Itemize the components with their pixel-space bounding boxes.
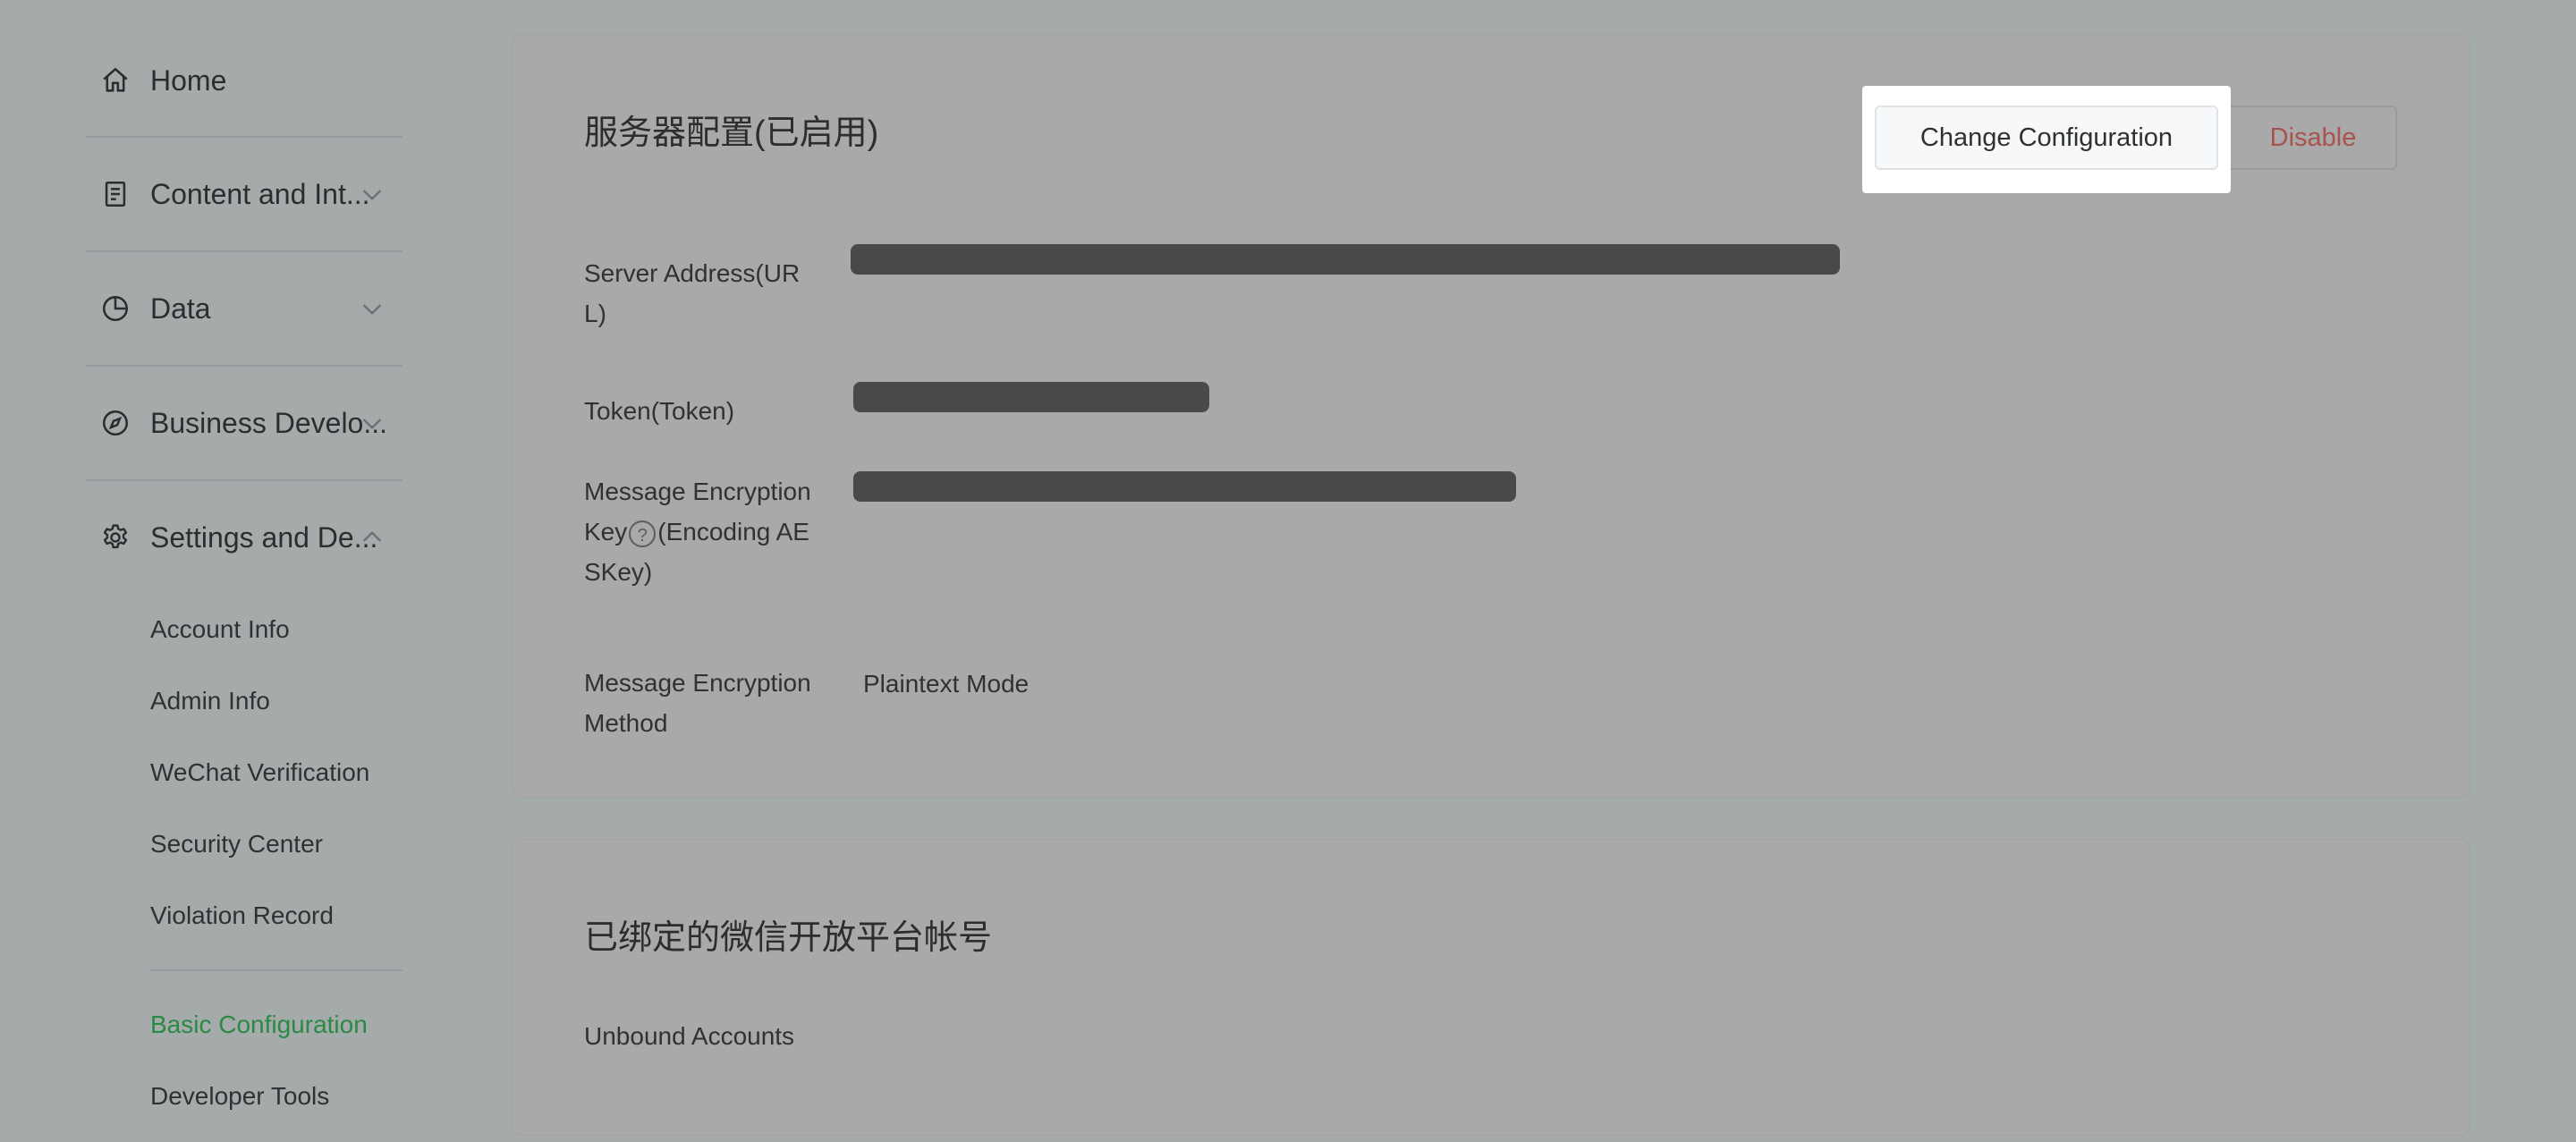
sidebar: Home Content and Int... Data Business De… xyxy=(86,25,402,1132)
disable-button[interactable]: Disable xyxy=(2231,106,2397,170)
settings-submenu: Account Info Admin Info WeChat Verificat… xyxy=(86,594,402,952)
chevron-down-icon xyxy=(358,409,386,437)
chevron-up-icon xyxy=(358,523,386,552)
pie-chart-icon xyxy=(100,293,131,324)
bound-accounts-title: 已绑定的微信开放平台帐号 xyxy=(584,919,993,957)
sidebar-item-content[interactable]: Content and Int... xyxy=(86,138,402,252)
sidebar-item-basic-configuration[interactable]: Basic Configuration xyxy=(150,989,402,1061)
aes-key-value-redacted xyxy=(853,471,1516,502)
change-configuration-button[interactable]: Change Configuration xyxy=(1875,106,2218,170)
sidebar-item-label: Home xyxy=(150,63,227,97)
chevron-down-icon xyxy=(358,180,386,208)
sidebar-item-data[interactable]: Data xyxy=(86,252,402,367)
compass-icon xyxy=(100,408,131,438)
bound-accounts-card: 已绑定的微信开放平台帐号 Unbound Accounts xyxy=(512,839,2470,1136)
sidebar-item-business[interactable]: Business Develo... xyxy=(86,367,402,481)
help-icon[interactable]: ? xyxy=(629,520,657,547)
server-config-title: 服务器配置(已启用) xyxy=(584,114,879,152)
sidebar-item-wechat-verification[interactable]: WeChat Verification xyxy=(150,737,402,808)
home-icon xyxy=(100,65,131,96)
developer-submenu: Basic Configuration Developer Tools xyxy=(86,989,402,1132)
submenu-divider xyxy=(150,969,402,971)
sidebar-item-label: Settings and De... xyxy=(150,520,378,554)
sidebar-item-developer-tools[interactable]: Developer Tools xyxy=(150,1061,402,1132)
server-url-label: Server Address(URL) xyxy=(584,259,801,327)
token-label: Token(Token) xyxy=(584,397,735,425)
sidebar-item-security-center[interactable]: Security Center xyxy=(150,808,402,880)
gear-icon xyxy=(100,522,131,553)
encryption-method-value: Plaintext Mode xyxy=(863,670,1030,698)
encryption-method-label: Message Encryption Method xyxy=(584,669,811,737)
sidebar-item-violation-record[interactable]: Violation Record xyxy=(150,880,402,952)
aes-key-label: Message Encryption Key? (Encoding AESKey) xyxy=(584,471,817,592)
token-value-redacted xyxy=(853,382,1209,412)
sidebar-item-label: Data xyxy=(150,292,211,325)
server-url-value-redacted xyxy=(851,244,1840,275)
sidebar-item-label: Content and Int... xyxy=(150,177,370,210)
sidebar-item-home[interactable]: Home xyxy=(86,25,402,138)
sidebar-item-admin-info[interactable]: Admin Info xyxy=(150,665,402,737)
document-icon xyxy=(100,179,131,209)
bound-accounts-status: Unbound Accounts xyxy=(584,1022,795,1050)
sidebar-item-label: Business Develo... xyxy=(150,406,388,439)
chevron-down-icon xyxy=(358,294,386,323)
sidebar-item-settings[interactable]: Settings and De... xyxy=(86,481,402,594)
sidebar-item-account-info[interactable]: Account Info xyxy=(150,594,402,665)
